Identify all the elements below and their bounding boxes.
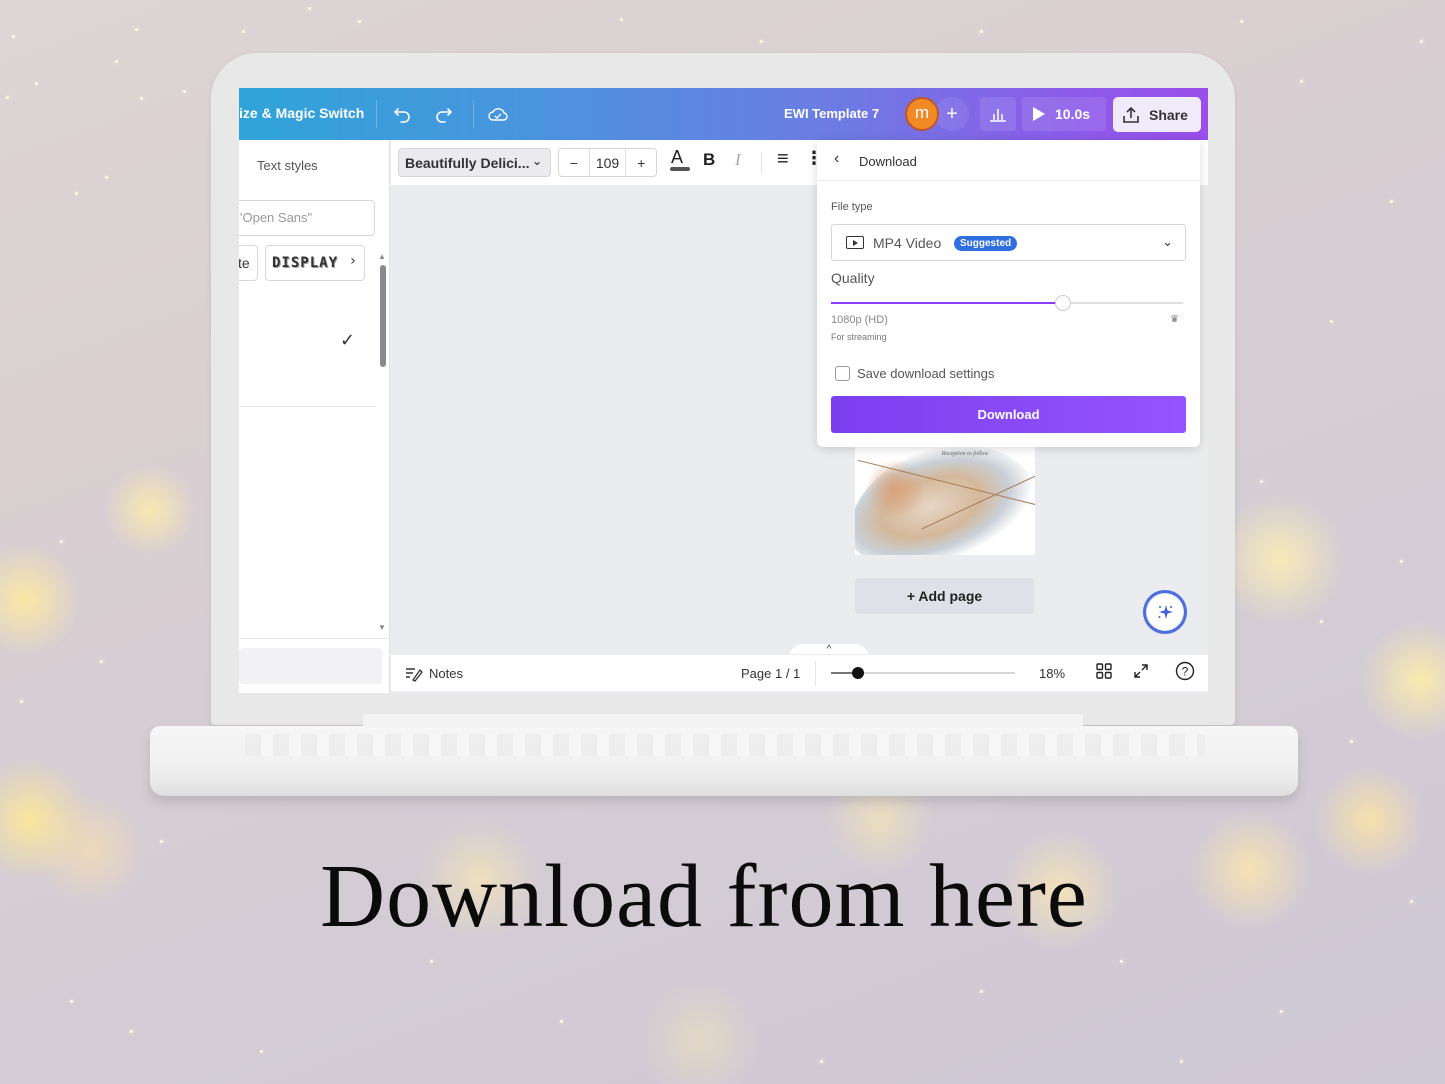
share-button[interactable]: Share: [1113, 97, 1201, 132]
download-panel-header: ‹ Download: [817, 140, 1200, 181]
download-button[interactable]: Download: [831, 396, 1186, 433]
style-chip-display[interactable]: DISPLAY ›: [265, 245, 365, 281]
invitation-signature[interactable]: Reception to follow: [855, 451, 1035, 457]
video-icon: [846, 236, 864, 249]
file-type-value: MP4 Video: [873, 235, 942, 251]
add-page-button[interactable]: + Add page: [855, 578, 1034, 614]
redo-icon[interactable]: [432, 102, 456, 126]
play-icon: [1033, 107, 1045, 121]
increase-font-size-button[interactable]: +: [626, 149, 656, 176]
play-duration: 10.0s: [1055, 106, 1091, 122]
chip-label: DISPLAY: [272, 255, 339, 271]
font-size-stepper: − 109 +: [558, 148, 657, 177]
file-type-label: File type: [831, 201, 873, 213]
chevron-down-icon: ⌄: [531, 154, 542, 168]
divider: [815, 661, 816, 686]
scroll-up-icon[interactable]: ▲: [378, 252, 386, 261]
notes-label: Notes: [429, 666, 463, 681]
resize-magic-switch-button[interactable]: ize & Magic Switch: [239, 105, 364, 121]
undo-icon[interactable]: [390, 102, 414, 126]
notes-button[interactable]: Notes: [405, 666, 463, 682]
quality-description: For streaming: [831, 332, 887, 342]
grid-view-icon[interactable]: [1096, 663, 1112, 684]
help-icon[interactable]: ?: [1175, 661, 1195, 686]
font-size-input[interactable]: 109: [588, 149, 627, 176]
page-indicator: Page 1 / 1: [741, 666, 801, 681]
download-panel-title: Download: [859, 154, 917, 169]
suggested-badge: Suggested: [954, 236, 1018, 251]
caption-heading: Download from here: [320, 847, 1088, 946]
laptop-base: [150, 726, 1298, 796]
zoom-slider[interactable]: [831, 667, 1015, 679]
analytics-button[interactable]: [980, 97, 1016, 131]
zoom-slider-thumb[interactable]: [851, 667, 864, 679]
italic-button[interactable]: I: [735, 150, 741, 170]
divider: [239, 638, 390, 639]
avatar[interactable]: m: [905, 97, 939, 131]
file-type-select[interactable]: MP4 Video Suggested ⌄: [831, 224, 1186, 261]
sparkle-icon: [1158, 605, 1173, 619]
font-search-input[interactable]: 'Open Sans": [239, 200, 375, 236]
decrease-font-size-button[interactable]: −: [559, 149, 589, 176]
quality-value: 1080p (HD): [831, 314, 888, 326]
save-settings-checkbox[interactable]: [835, 366, 850, 381]
top-bar: ize & Magic Switch EWI Template 7 + m 10…: [239, 88, 1208, 140]
scrollbar[interactable]: [380, 265, 386, 367]
cloud-saved-icon[interactable]: [485, 102, 511, 126]
present-button[interactable]: 10.0s: [1022, 97, 1106, 131]
zoom-percentage[interactable]: 18%: [1039, 666, 1065, 681]
checkmark-icon: ✓: [340, 330, 356, 350]
topbar-divider: [376, 100, 377, 128]
quality-label: Quality: [831, 270, 875, 286]
fullscreen-icon[interactable]: [1133, 663, 1149, 684]
editor-footer: Notes Page 1 / 1 18% ?: [391, 654, 1208, 691]
document-title[interactable]: EWI Template 7: [784, 106, 879, 121]
divider: [761, 152, 762, 174]
save-settings-label[interactable]: Save download settings: [857, 366, 994, 381]
align-center-button[interactable]: ≡: [777, 148, 789, 171]
text-color-button[interactable]: A: [670, 147, 690, 171]
bold-button[interactable]: B: [703, 150, 715, 170]
back-chevron-icon[interactable]: ‹: [834, 150, 839, 168]
topbar-divider: [473, 100, 474, 128]
chevron-right-icon[interactable]: ›: [349, 253, 358, 269]
laptop-hinge: [363, 714, 1083, 728]
chevron-down-icon: ⌄: [1162, 234, 1173, 249]
notes-icon: [406, 668, 423, 682]
laptop-keyboard: [245, 734, 1205, 756]
font-name: Beautifully Delici...: [405, 155, 530, 171]
editor-screen: ize & Magic Switch EWI Template 7 + m 10…: [239, 88, 1208, 693]
divider: [239, 406, 376, 407]
style-chip[interactable]: te: [239, 245, 258, 281]
quality-slider-thumb[interactable]: [1055, 295, 1072, 311]
svg-text:?: ?: [1182, 665, 1189, 679]
text-color-icon: A: [671, 147, 684, 167]
share-label: Share: [1149, 106, 1188, 123]
font-family-select[interactable]: Beautifully Delici... ⌄: [398, 148, 551, 177]
share-icon: [1123, 106, 1139, 123]
panel-footer-bar[interactable]: [239, 648, 382, 684]
download-panel: ‹ Download File type MP4 Video Suggested…: [817, 140, 1200, 447]
add-collaborator-button[interactable]: +: [935, 97, 969, 131]
quality-slider-fill: [831, 302, 1064, 304]
text-styles-panel: Text styles 'Open Sans" te DISPLAY › ✓ ▲…: [239, 140, 390, 693]
magic-assistant-button[interactable]: [1145, 592, 1185, 632]
crown-icon: ♛: [1170, 314, 1179, 325]
scroll-down-icon[interactable]: ▼: [378, 623, 386, 632]
panel-title: Text styles: [257, 158, 318, 173]
color-swatch: [670, 167, 690, 171]
quality-slider[interactable]: [831, 295, 1183, 311]
analytics-icon: [990, 109, 1006, 122]
